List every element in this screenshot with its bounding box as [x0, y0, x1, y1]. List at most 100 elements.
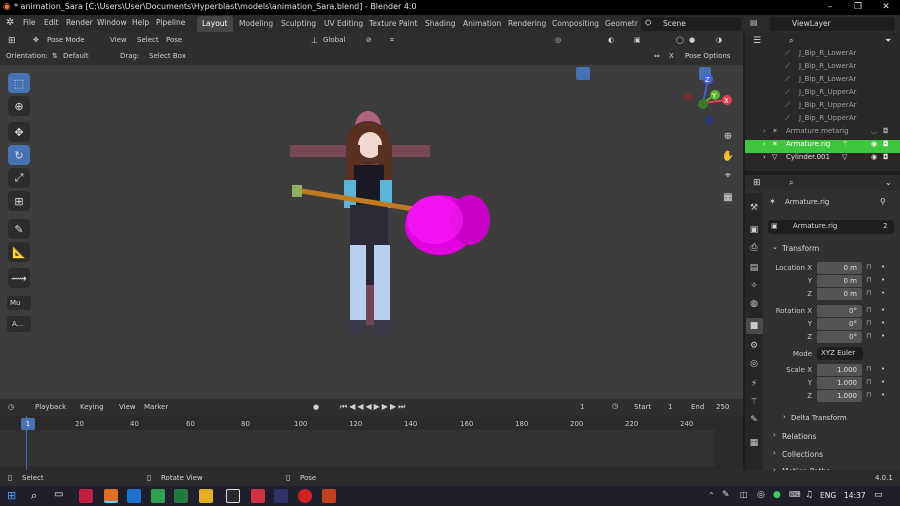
timeline-editor-icon[interactable]: ◷	[8, 403, 14, 411]
lock-icon[interactable]: ⊓	[866, 391, 871, 399]
scale-x-field[interactable]: 1.000	[817, 364, 862, 376]
drag-dropdown[interactable]: Select Box	[149, 52, 186, 60]
visibility-eye-icon[interactable]: ◉	[871, 140, 877, 148]
keyframe-dot[interactable]: •	[881, 289, 885, 297]
menu-pipeline[interactable]: Pipeline	[156, 18, 185, 27]
toolbar-extra-1[interactable]: Mu	[7, 296, 31, 310]
tray-status-icon[interactable]: ●	[773, 490, 781, 500]
transform-panel-header[interactable]: Transform	[782, 244, 819, 253]
menu-pose[interactable]: Pose	[166, 36, 182, 44]
pan-button[interactable]: ✋	[719, 147, 737, 165]
start-frame[interactable]: 1	[668, 403, 672, 411]
menu-file[interactable]: File	[23, 18, 36, 27]
location-y-field[interactable]: 0 m	[817, 275, 862, 287]
render-camera-icon[interactable]: ◘	[883, 127, 889, 135]
end-frame[interactable]: 250	[716, 403, 729, 411]
editor-type-icon[interactable]: ⊞	[8, 36, 16, 46]
close-button[interactable]: ✕	[872, 0, 900, 15]
tab-compositing[interactable]: Compositing	[547, 16, 604, 32]
record-icon[interactable]: ●	[313, 403, 319, 411]
outliner-item-metarig[interactable]: › ✶ Armature.metarig ◡ ◘	[745, 127, 900, 140]
menu-render[interactable]: Render	[66, 18, 93, 27]
app-icon[interactable]	[251, 489, 265, 503]
opera-icon[interactable]	[79, 489, 93, 503]
collections-expand-icon[interactable]: ›	[773, 449, 776, 457]
location-z-field[interactable]: 0 m	[817, 288, 862, 300]
expand-icon[interactable]: ›	[763, 140, 766, 148]
unity-icon[interactable]	[226, 489, 240, 503]
keyframe-dot[interactable]: •	[881, 263, 885, 271]
maximize-button[interactable]: ❐	[844, 0, 872, 15]
gizmo-neg-x[interactable]	[684, 93, 692, 101]
rotation-y-field[interactable]: 0°	[817, 318, 862, 330]
outliner-item-cylinder[interactable]: › ▽ Cylinder.001 ▽ ◉ ◘	[745, 153, 900, 166]
outliner-bone-row[interactable]: ⟋ J_Bip_R_LowerAr	[745, 75, 900, 88]
outliner-bone-row[interactable]: ⟋ J_Bip_R_UpperAr	[745, 88, 900, 101]
volume-icon[interactable]: ♫	[805, 490, 813, 500]
lock-icon[interactable]: ⊓	[866, 365, 871, 373]
excel-icon[interactable]	[174, 489, 188, 503]
blender-taskbar-icon[interactable]	[104, 489, 118, 503]
outliner-search-icon[interactable]: ⌕	[789, 36, 793, 46]
keyframe-dot[interactable]: •	[881, 391, 885, 399]
visibility-eye-icon[interactable]: ◉	[871, 153, 877, 161]
properties-editor-icon[interactable]: ⊞	[753, 178, 761, 188]
current-frame[interactable]: 1	[580, 403, 584, 411]
lock-icon[interactable]: ⊓	[866, 263, 871, 271]
tray-pen-icon[interactable]: ✎	[722, 490, 730, 500]
keyframe-dot[interactable]: •	[881, 319, 885, 327]
tab-rendering[interactable]: Rendering	[503, 16, 551, 32]
scale-y-field[interactable]: 1.000	[817, 377, 862, 389]
tab-layout[interactable]: Layout	[197, 16, 233, 32]
playback-controls[interactable]: ⏮◀◀◀▶▶▶⏭	[340, 402, 407, 412]
collections-panel[interactable]: Collections	[782, 450, 823, 459]
file-explorer-icon[interactable]	[199, 489, 213, 503]
tab-sculpting[interactable]: Sculpting	[276, 16, 321, 32]
image-app-icon[interactable]	[322, 489, 336, 503]
motion-paths-panel[interactable]: Motion Paths	[782, 467, 830, 470]
record-app-icon[interactable]	[298, 489, 312, 503]
menu-window[interactable]: Window	[97, 18, 127, 27]
gizmo-toggle-button[interactable]	[576, 67, 590, 80]
blender-menu-icon[interactable]: ✲	[6, 17, 14, 28]
perspective-toggle-button[interactable]: ▦	[719, 188, 737, 206]
outliner-bone-row[interactable]: ⟋ J_Bip_R_LowerAr	[745, 62, 900, 75]
scene-tab-icon[interactable]: ✧	[748, 280, 760, 292]
keyframe-dot[interactable]: •	[881, 306, 885, 314]
tray-keyboard-icon[interactable]: ⌨	[789, 490, 801, 499]
gizmo-neg-y[interactable]	[698, 99, 708, 109]
scale-tool[interactable]: ⤢	[8, 168, 30, 188]
keyframe-dot[interactable]: •	[881, 378, 885, 386]
keyframe-dot[interactable]: •	[881, 365, 885, 373]
lock-icon[interactable]: ⊓	[866, 332, 871, 340]
language-indicator[interactable]: ENG	[820, 491, 836, 500]
pivot-icon[interactable]: ⊘	[366, 36, 372, 44]
tab-shading[interactable]: Shading	[420, 16, 460, 32]
scale-z-field[interactable]: 1.000	[817, 390, 862, 402]
scene-selector[interactable]: ⛭ Scene	[641, 17, 741, 31]
tab-modeling[interactable]: Modeling	[234, 16, 278, 32]
visibility-icon[interactable]: ◎	[555, 36, 561, 44]
tab-uv-editing[interactable]: UV Editing	[319, 16, 368, 32]
tray-app2-icon[interactable]: ◎	[757, 490, 765, 500]
tab-geometry[interactable]: Geometr	[600, 16, 643, 32]
menu-playback[interactable]: Playback	[35, 403, 66, 411]
annotate-tool[interactable]: ✎	[8, 219, 30, 239]
rotate-tool[interactable]: ↻	[8, 145, 30, 165]
transform-expand-icon[interactable]: ⌄	[772, 243, 778, 251]
user-count[interactable]: 2	[883, 222, 887, 230]
orientation-dropdown[interactable]: Default	[63, 52, 89, 60]
render-camera-icon[interactable]: ◘	[883, 140, 889, 148]
outliner-filter-icon[interactable]: ⏷	[885, 36, 891, 46]
motion-paths-expand-icon[interactable]: ›	[773, 466, 776, 474]
rotation-mode-dropdown[interactable]: XYZ Euler	[817, 347, 863, 360]
xray-icon[interactable]: ▣	[634, 36, 641, 44]
outliner-bone-row[interactable]: ⟋ J_Bip_R_UpperAr	[745, 101, 900, 114]
gizmo-neg-z[interactable]	[705, 116, 713, 124]
outliner-editor-icon[interactable]: ☰	[753, 36, 761, 46]
view-layer-selector[interactable]: ▤ ViewLayer	[750, 17, 895, 31]
search-icon[interactable]: ⌕	[31, 489, 37, 503]
keyframe-dot[interactable]: •	[881, 276, 885, 284]
pose-options-dropdown[interactable]: Pose Options	[685, 52, 730, 60]
mode-selector[interactable]: Pose Mode	[47, 36, 85, 44]
